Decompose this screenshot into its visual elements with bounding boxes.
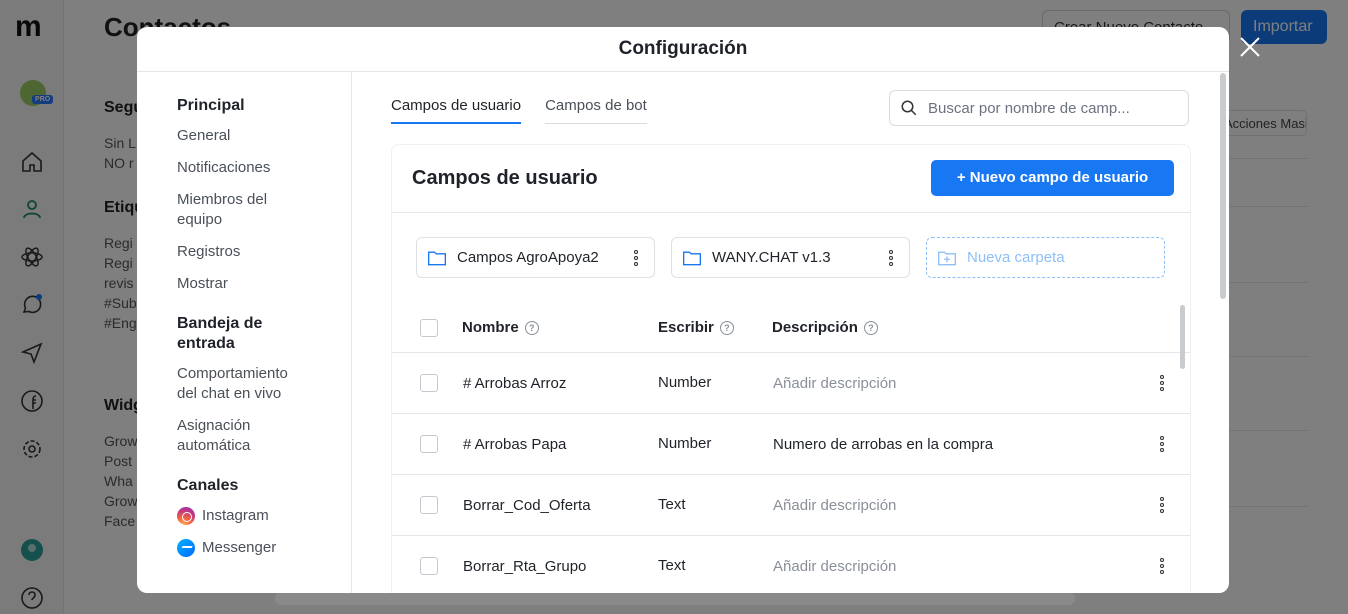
card-title: Campos de usuario xyxy=(412,167,598,189)
folder-icon xyxy=(683,251,701,265)
help-icon[interactable]: ? xyxy=(863,320,878,335)
row-checkbox[interactable] xyxy=(420,496,438,514)
nav-item-label: Instagram xyxy=(202,507,269,524)
row-checkbox[interactable] xyxy=(420,374,438,392)
nav-item-miembros[interactable]: Miembros del equipo xyxy=(177,190,297,230)
close-icon[interactable] xyxy=(1238,35,1262,59)
table-scrollbar[interactable] xyxy=(1180,305,1185,369)
field-description[interactable]: Añadir descripción xyxy=(773,375,896,392)
modal-header: Configuración xyxy=(137,27,1229,72)
folder-item[interactable]: WANY.CHAT v1.3 xyxy=(671,237,910,278)
table-row[interactable]: Borrar_Cod_Oferta Text Añadir descripció… xyxy=(392,475,1190,536)
nav-group-principal: Principal General Notificaciones Miembro… xyxy=(177,96,351,294)
table-row[interactable]: # Arrobas Arroz Number Añadir descripció… xyxy=(392,353,1190,414)
field-description[interactable]: Añadir descripción xyxy=(773,558,896,575)
help-icon[interactable]: ? xyxy=(524,320,539,335)
table-row[interactable]: Borrar_Rta_Grupo Text Añadir descripción xyxy=(392,536,1190,593)
nav-item-instagram[interactable]: Instagram xyxy=(177,506,351,526)
field-name: # Arrobas Papa xyxy=(463,436,567,453)
folder-name: Campos AgroApoya2 xyxy=(457,249,599,266)
column-header-name: Nombre ? xyxy=(462,319,539,336)
column-label: Escribir xyxy=(658,319,714,336)
search-icon xyxy=(901,100,917,116)
nav-item-general[interactable]: General xyxy=(177,126,351,146)
table-header: Nombre ? Escribir ? Descripción ? xyxy=(392,303,1190,353)
settings-content: Campos de usuario Campos de bot Campos d… xyxy=(353,72,1229,593)
column-header-type: Escribir ? xyxy=(658,319,734,336)
field-type: Number xyxy=(658,435,712,452)
search-input[interactable] xyxy=(928,99,1178,117)
column-label: Nombre xyxy=(462,319,519,336)
nav-heading: Principal xyxy=(177,97,245,114)
instagram-icon xyxy=(177,507,195,525)
nav-item-mostrar[interactable]: Mostrar xyxy=(177,274,351,294)
horizontal-scrollbar[interactable] xyxy=(275,592,1075,605)
more-options-icon[interactable] xyxy=(1154,373,1170,393)
fields-card: Campos de usuario + Nuevo campo de usuar… xyxy=(391,144,1191,593)
nav-heading: Bandeja de entrada xyxy=(177,315,263,352)
new-folder-label: Nueva carpeta xyxy=(967,249,1065,266)
table-row[interactable]: # Arrobas Papa Number Numero de arrobas … xyxy=(392,414,1190,475)
folder-list: Campos AgroApoya2 WANY.CHAT v1.3 Nueva c… xyxy=(416,237,1165,278)
select-all-checkbox[interactable] xyxy=(420,319,438,337)
field-description[interactable]: Añadir descripción xyxy=(773,497,896,514)
more-options-icon[interactable] xyxy=(628,248,644,268)
new-folder-button[interactable]: Nueva carpeta xyxy=(926,237,1165,278)
card-header: Campos de usuario + Nuevo campo de usuar… xyxy=(392,145,1190,213)
nav-item-registros[interactable]: Registros xyxy=(177,242,351,262)
nav-item-label: Messenger xyxy=(202,539,277,556)
row-checkbox[interactable] xyxy=(420,557,438,575)
tabs: Campos de usuario Campos de bot xyxy=(391,97,647,124)
field-name: Borrar_Rta_Grupo xyxy=(463,558,587,575)
settings-nav: Principal General Notificaciones Miembro… xyxy=(137,72,352,593)
modal-scrollbar[interactable] xyxy=(1220,73,1226,299)
help-icon[interactable]: ? xyxy=(719,320,734,335)
field-description[interactable]: Numero de arrobas en la compra xyxy=(773,436,993,453)
messenger-icon xyxy=(177,539,195,557)
nav-item-comportamiento[interactable]: Comportamiento del chat en vivo xyxy=(177,364,307,404)
search-box[interactable] xyxy=(889,90,1189,126)
nav-group-bandeja: Bandeja de entrada Comportamiento del ch… xyxy=(177,314,351,456)
folder-icon xyxy=(428,251,446,265)
nav-item-notificaciones[interactable]: Notificaciones xyxy=(177,158,351,178)
field-name: # Arrobas Arroz xyxy=(463,375,567,392)
more-options-icon[interactable] xyxy=(1154,434,1170,454)
field-type: Text xyxy=(658,557,686,574)
field-type: Text xyxy=(658,496,686,513)
nav-item-messenger[interactable]: Messenger xyxy=(177,538,351,558)
folder-name: WANY.CHAT v1.3 xyxy=(712,249,831,266)
folder-item[interactable]: Campos AgroApoya2 xyxy=(416,237,655,278)
nav-group-canales: Canales Instagram Messenger xyxy=(177,476,351,558)
folder-plus-icon xyxy=(938,251,956,265)
modal-title: Configuración xyxy=(618,38,748,59)
tab-campos-usuario[interactable]: Campos de usuario xyxy=(391,97,522,124)
column-header-description: Descripción ? xyxy=(772,319,878,336)
nav-item-asignacion[interactable]: Asignación automática xyxy=(177,416,297,456)
settings-modal: Configuración Principal General Notifica… xyxy=(137,27,1229,593)
nav-heading: Canales xyxy=(177,477,239,494)
field-name: Borrar_Cod_Oferta xyxy=(463,497,591,514)
new-user-field-button[interactable]: + Nuevo campo de usuario xyxy=(931,160,1174,196)
field-type: Number xyxy=(658,374,712,391)
more-options-icon[interactable] xyxy=(1154,556,1170,576)
more-options-icon[interactable] xyxy=(1154,495,1170,515)
more-options-icon[interactable] xyxy=(883,248,899,268)
tab-campos-bot[interactable]: Campos de bot xyxy=(545,97,647,124)
row-checkbox[interactable] xyxy=(420,435,438,453)
column-label: Descripción xyxy=(772,319,858,336)
